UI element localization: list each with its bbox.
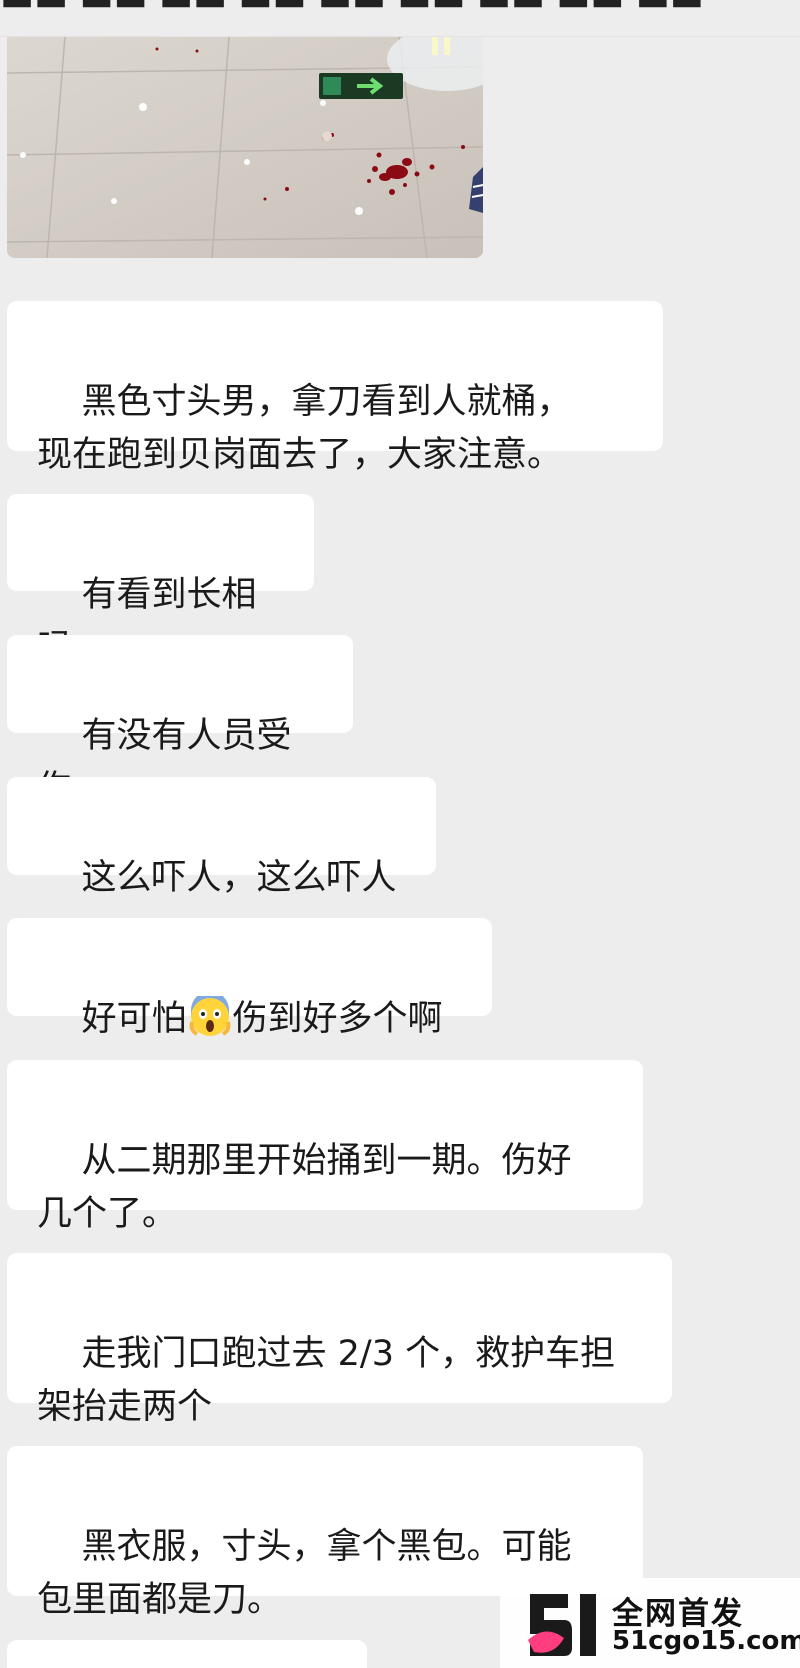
message-bubble-4[interactable]: 这么吓人，这么吓人 (7, 777, 436, 898)
message-bubble-8[interactable]: 黑衣服，寸头，拿个黑包。可能 包里面都是刀。 (7, 1446, 643, 1620)
watermark-logo-icon (528, 1594, 596, 1656)
watermark-text-2: 51cgo15.com (612, 1626, 800, 1656)
message-bubble-6[interactable]: 从二期那里开始捅到一期。伤好 几个了。 (7, 1060, 643, 1234)
message-bubble-3[interactable]: 有没有人员受伤 (7, 635, 353, 809)
message-bubble-5[interactable]: 好可怕 伤到好多个啊 (7, 918, 492, 1039)
photo-message[interactable] (7, 37, 483, 258)
watermark: 全网首发 51cgo15.com (500, 1578, 800, 1668)
chat-title-cropped: ▬▬ ▬▬ ▬▬ ▬▬ ▬▬ ▬▬ ▬▬ ▬▬ ▬▬ (0, 0, 704, 19)
message-bubble-2[interactable]: 有看到长相吗 (7, 494, 314, 668)
message-text-8: 黑衣服，寸头，拿个黑包。可能 包里面都是刀。 (37, 1527, 572, 1620)
message-bubble-partial[interactable] (7, 1640, 367, 1668)
floor-photo (7, 37, 483, 258)
chat-screen: ▬▬ ▬▬ ▬▬ ▬▬ ▬▬ ▬▬ ▬▬ ▬▬ ▬▬ (0, 0, 800, 1668)
message-text-5a: 好可怕 (81, 999, 187, 1039)
chat-title-bar: ▬▬ ▬▬ ▬▬ ▬▬ ▬▬ ▬▬ ▬▬ ▬▬ ▬▬ (0, 0, 800, 37)
message-text-1: 黑色寸头男，拿刀看到人就桶， 现在跑到贝岗面去了，大家注意。 (37, 382, 572, 475)
message-bubble-1[interactable]: 黑色寸头男，拿刀看到人就桶， 现在跑到贝岗面去了，大家注意。 (7, 301, 663, 475)
message-text-6: 从二期那里开始捅到一期。伤好 几个了。 (37, 1141, 572, 1234)
screaming-face-icon (189, 996, 230, 1036)
message-text-5b: 伤到好多个啊 (232, 999, 443, 1039)
message-bubble-7[interactable]: 走我门口跑过去 2/3 个，救护车担 架抬走两个 (7, 1253, 672, 1427)
message-text-7: 走我门口跑过去 2/3 个，救护车担 架抬走两个 (37, 1334, 616, 1427)
message-text-4: 这么吓人，这么吓人 (81, 858, 397, 898)
